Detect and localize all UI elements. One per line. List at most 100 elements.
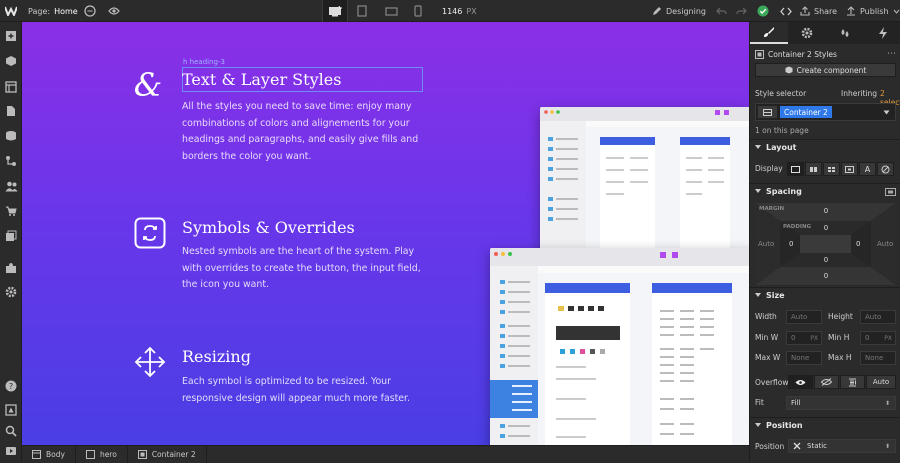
caret-down-icon — [755, 293, 761, 297]
overflow-scroll-button[interactable] — [840, 375, 865, 389]
pages-icon[interactable] — [3, 103, 19, 119]
margin-right-value[interactable]: Auto — [877, 240, 893, 248]
upload-icon — [847, 6, 855, 16]
breakpoint-desktop-icon[interactable] — [322, 0, 348, 22]
symbols-cube-icon[interactable] — [3, 53, 19, 69]
on-page-count: 1 on this page — [755, 126, 809, 135]
selector-type-icon[interactable] — [758, 106, 777, 118]
feature-body-resizing[interactable]: Each symbol is optimized to be resized. … — [182, 374, 442, 407]
overflow-auto-button[interactable]: Auto — [866, 375, 896, 389]
undo-icon[interactable] — [716, 0, 727, 22]
publish-button[interactable]: Publish — [846, 0, 900, 22]
breadcrumb-item-body[interactable]: Body — [22, 445, 76, 463]
display-none-button[interactable] — [877, 162, 894, 176]
display-block-button[interactable] — [787, 162, 804, 176]
ecommerce-cart-icon[interactable] — [3, 203, 19, 219]
fit-value: Fill — [791, 399, 801, 407]
preview-eye-icon[interactable] — [108, 0, 120, 22]
audit-warning-icon[interactable] — [3, 402, 19, 418]
feature-body-symbols-overrides[interactable]: Nested symbols are the heart of the syst… — [182, 244, 442, 294]
more-options-icon[interactable]: ⋯ — [887, 49, 896, 59]
breakpoint-phone-icon[interactable] — [414, 0, 422, 22]
selected-element-tag: h heading-3 — [183, 58, 225, 66]
section-header-layout[interactable]: Layout — [750, 139, 900, 155]
padding-top-value[interactable]: 0 — [819, 224, 833, 232]
display-inline-block-button[interactable] — [841, 162, 858, 176]
webflow-logo-icon[interactable] — [5, 0, 17, 22]
container-element-icon — [755, 49, 764, 59]
redo-icon[interactable] — [736, 0, 747, 22]
min-height-unit: PX — [884, 334, 892, 342]
add-panel-plus-icon[interactable] — [3, 28, 19, 44]
section-header-position[interactable]: Position — [750, 417, 900, 433]
assets-images-icon[interactable] — [3, 228, 19, 244]
canvas-width-readout: 1146 PX — [442, 0, 477, 22]
fit-select[interactable]: Fill ⬍ — [786, 396, 896, 410]
feature-title-symbols-overrides[interactable]: Symbols & Overrides — [182, 218, 355, 237]
breadcrumb-item-hero[interactable]: hero — [76, 445, 128, 463]
section-title: Layout — [766, 143, 797, 152]
max-width-input[interactable]: None — [786, 351, 822, 365]
min-width-input[interactable]: 0 PX — [786, 331, 822, 345]
tab-interactions[interactable] — [864, 22, 900, 44]
section-title: Spacing — [766, 187, 802, 196]
width-input[interactable]: Auto — [786, 310, 822, 324]
publish-label: Publish — [860, 6, 889, 16]
display-flex-button[interactable] — [805, 162, 822, 176]
position-select[interactable]: Static ⬍ — [788, 439, 896, 453]
tab-style[interactable] — [750, 22, 788, 44]
spacing-mode-icon[interactable] — [885, 187, 896, 196]
overflow-label: Overflow — [755, 378, 789, 387]
padding-left-value[interactable]: 0 — [789, 240, 793, 248]
breadcrumb-item-container[interactable]: Container 2 — [128, 445, 207, 463]
designer-mode-button[interactable]: Designing — [652, 0, 706, 22]
help-question-icon[interactable]: ? — [3, 378, 19, 394]
tab-settings[interactable] — [788, 22, 826, 44]
selector-chip[interactable]: Container 2 — [780, 106, 832, 118]
updown-chevron-icon: ⬍ — [884, 399, 890, 407]
breakpoint-tablet-icon[interactable] — [357, 0, 367, 22]
margin-left-value[interactable]: Auto — [758, 240, 774, 248]
style-selector-field[interactable]: Container 2 — [755, 103, 896, 121]
max-height-input[interactable]: None — [860, 351, 896, 365]
overflow-visible-button[interactable] — [788, 375, 813, 389]
display-inline-button[interactable]: A — [859, 162, 876, 176]
video-tutorials-icon[interactable] — [3, 443, 19, 459]
display-grid-button[interactable] — [823, 162, 840, 176]
margin-bottom-value[interactable]: 0 — [819, 272, 833, 280]
top-toolbar: Page: Home 1146 PX Designing Share Publi… — [0, 0, 900, 22]
navigator-layers-icon[interactable] — [3, 79, 19, 95]
breakpoint-landscape-icon[interactable] — [385, 0, 398, 22]
create-component-button[interactable]: Create component — [755, 63, 896, 77]
cms-database-icon[interactable] — [3, 128, 19, 144]
share-icon — [800, 6, 810, 16]
overflow-hidden-button[interactable] — [814, 375, 839, 389]
fit-label: Fit — [755, 398, 764, 407]
users-icon[interactable] — [3, 178, 19, 194]
tab-style-manager[interactable] — [826, 22, 864, 44]
section-element-icon — [85, 449, 95, 459]
settings-gear-icon[interactable] — [3, 284, 19, 300]
padding-right-value[interactable]: 0 — [856, 240, 860, 248]
feature-title-resizing[interactable]: Resizing — [182, 347, 251, 366]
min-height-input[interactable]: 0 PX — [860, 331, 896, 345]
section-header-size[interactable]: Size — [750, 287, 900, 303]
page-selector[interactable]: Page: Home — [28, 0, 78, 22]
section-title: Position — [766, 421, 803, 430]
comment-icon[interactable] — [84, 0, 96, 22]
feature-title-text-layer-styles[interactable]: Text & Layer Styles — [182, 70, 341, 89]
code-export-icon[interactable] — [780, 0, 792, 22]
margin-top-value[interactable]: 0 — [819, 207, 833, 215]
logic-flow-icon[interactable] — [3, 153, 19, 169]
feature-body-text-layer-styles[interactable]: All the styles you need to save time: en… — [182, 99, 442, 165]
share-button[interactable]: Share — [800, 0, 837, 22]
design-canvas[interactable]: & h heading-3 Text & Layer Styles All th… — [22, 22, 749, 445]
padding-bottom-value[interactable]: 0 — [819, 256, 833, 264]
apps-puzzle-icon[interactable] — [3, 260, 19, 276]
height-input[interactable]: Auto — [860, 310, 896, 324]
search-icon[interactable] — [3, 423, 19, 439]
chevron-down-icon — [893, 9, 899, 14]
section-header-spacing[interactable]: Spacing — [750, 183, 900, 199]
publish-status-check-icon[interactable] — [757, 0, 769, 22]
chevron-down-icon[interactable] — [883, 110, 890, 115]
